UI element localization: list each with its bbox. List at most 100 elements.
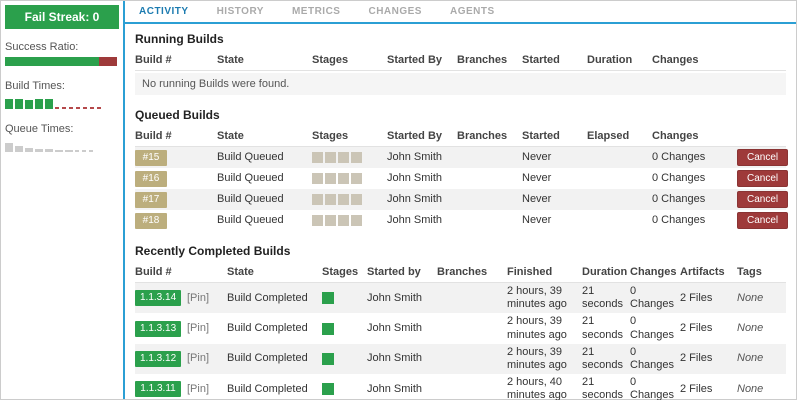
duration-cell: 21 seconds — [582, 285, 623, 311]
started-cell: Never — [522, 150, 552, 163]
tags-cell: None — [737, 382, 764, 395]
build-number-badge[interactable]: 1.1.3.11 — [135, 381, 181, 398]
pin-link[interactable]: [Pin] — [187, 322, 227, 335]
tags-cell: None — [737, 352, 764, 365]
col-header: Started By — [387, 54, 443, 66]
running-builds-section: Running Builds Build # State Stages Star… — [135, 32, 786, 95]
finished-cell: 2 hours, 39 minutes ago — [507, 315, 567, 341]
stages-indicator — [312, 194, 387, 205]
state-cell: Build Queued — [217, 213, 284, 226]
build-number-badge[interactable]: #16 — [135, 170, 167, 187]
col-header: Duration — [582, 266, 628, 278]
tab-activity[interactable]: ACTIVITY — [125, 1, 203, 22]
table-row: #18 Build Queued John Smith Never 0 Chan… — [135, 210, 789, 231]
duration-cell: 21 seconds — [582, 345, 623, 371]
started-by-cell: John Smith — [367, 382, 423, 395]
state-cell: Build Completed — [227, 382, 308, 395]
tags-cell: None — [737, 321, 764, 334]
col-header: Started by — [367, 266, 421, 278]
queued-builds-section: Queued Builds Build # State Stages Start… — [135, 108, 789, 231]
stages-indicator — [312, 152, 387, 163]
running-table-header: Build # State Stages Started By Branches… — [135, 51, 786, 71]
table-row: #16 Build Queued John Smith Never 0 Chan… — [135, 168, 789, 189]
tab-changes[interactable]: CHANGES — [354, 1, 436, 22]
stages-indicator — [322, 352, 367, 365]
tab-history[interactable]: HISTORY — [203, 1, 278, 22]
col-header: Stages — [322, 266, 359, 278]
build-number-badge[interactable]: #17 — [135, 191, 167, 208]
col-header: Elapsed — [587, 130, 630, 142]
col-header: Stages — [312, 130, 349, 142]
cancel-button[interactable]: Cancel — [737, 149, 789, 166]
started-by-cell: John Smith — [387, 171, 443, 184]
col-header: Branches — [437, 266, 488, 278]
queued-table-header: Build # State Stages Started By Branches… — [135, 127, 786, 147]
started-cell: Never — [522, 213, 552, 226]
col-header: Branches — [457, 130, 508, 142]
queue-times-label: Queue Times: — [5, 123, 74, 135]
col-header: Build # — [135, 130, 172, 142]
finished-cell: 2 hours, 39 minutes ago — [507, 285, 567, 311]
running-empty-message: No running Builds were found. — [135, 73, 786, 95]
cancel-button[interactable]: Cancel — [737, 191, 789, 208]
started-by-cell: John Smith — [387, 150, 443, 163]
activity-content: Running Builds Build # State Stages Star… — [125, 24, 796, 400]
running-builds-title: Running Builds — [135, 32, 224, 46]
changes-cell: 0 Changes — [630, 376, 675, 400]
tab-agents[interactable]: AGENTS — [436, 1, 509, 22]
cancel-button[interactable]: Cancel — [737, 212, 789, 229]
build-number-badge[interactable]: 1.1.3.14 — [135, 290, 182, 307]
started-by-cell: John Smith — [387, 192, 443, 205]
changes-cell: 0 Changes — [630, 345, 675, 371]
changes-cell: 0 Changes — [630, 315, 675, 341]
artifacts-cell: 2 Files — [680, 352, 713, 365]
table-row: 1.1.3.13 [Pin] Build Completed John Smit… — [135, 313, 786, 343]
completed-builds-title: Recently Completed Builds — [135, 244, 291, 258]
changes-cell: 0 Changes — [630, 285, 675, 311]
started-by-cell: John Smith — [367, 352, 423, 365]
cancel-button[interactable]: Cancel — [737, 170, 789, 187]
build-number-badge[interactable]: #15 — [135, 149, 167, 166]
col-header: Build # — [135, 54, 172, 66]
build-number-badge[interactable]: #18 — [135, 212, 167, 229]
col-header: Changes — [652, 130, 699, 142]
finished-cell: 2 hours, 40 minutes ago — [507, 376, 567, 400]
stages-indicator — [322, 383, 367, 396]
table-row: #17 Build Queued John Smith Never 0 Chan… — [135, 189, 789, 210]
duration-cell: 21 seconds — [582, 376, 623, 400]
finished-cell: 2 hours, 39 minutes ago — [507, 345, 567, 371]
build-number-badge[interactable]: 1.1.3.12 — [135, 350, 182, 367]
completed-table-header: Build # State Stages Started by Branches… — [135, 263, 786, 283]
col-header: Branches — [457, 54, 508, 66]
col-header: Finished — [507, 266, 553, 278]
started-by-cell: John Smith — [367, 291, 423, 304]
fail-streak-banner: Fail Streak: 0 — [5, 5, 119, 29]
pin-link[interactable]: [Pin] — [187, 352, 227, 365]
col-header: Stages — [312, 54, 349, 66]
artifacts-cell: 2 Files — [680, 291, 713, 304]
tags-cell: None — [737, 291, 764, 304]
tab-bar: ACTIVITY HISTORY METRICS CHANGES AGENTS — [125, 1, 796, 24]
changes-cell: 0 Changes — [652, 150, 706, 163]
started-by-cell: John Smith — [367, 321, 423, 334]
pin-link[interactable]: [Pin] — [187, 292, 227, 305]
pin-link[interactable]: [Pin] — [187, 383, 227, 396]
duration-cell: 21 seconds — [582, 315, 623, 341]
build-dashboard: Fail Streak: 0 Success Ratio: Build Time… — [0, 0, 797, 400]
tab-metrics[interactable]: METRICS — [278, 1, 355, 22]
col-header: State — [227, 266, 254, 278]
table-row: 1.1.3.11 [Pin] Build Completed John Smit… — [135, 374, 786, 400]
col-header: Build # — [135, 266, 172, 278]
build-times-label: Build Times: — [5, 80, 65, 92]
col-header: State — [217, 130, 244, 142]
build-number-badge[interactable]: 1.1.3.13 — [135, 320, 182, 337]
started-cell: Never — [522, 171, 552, 184]
state-cell: Build Completed — [227, 321, 308, 334]
build-times-chart — [5, 96, 119, 109]
table-row: 1.1.3.14 [Pin] Build Completed John Smit… — [135, 283, 786, 314]
started-cell: Never — [522, 192, 552, 205]
changes-cell: 0 Changes — [652, 192, 706, 205]
completed-builds-section: Recently Completed Builds Build # State … — [135, 244, 786, 400]
col-header: Started — [522, 54, 560, 66]
state-cell: Build Queued — [217, 171, 284, 184]
